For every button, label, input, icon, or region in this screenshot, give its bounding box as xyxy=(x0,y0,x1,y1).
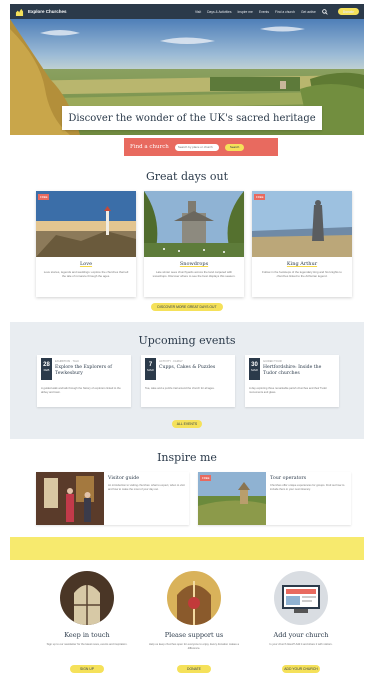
card-snowdrops-desc: Late winter sees churchyards across the … xyxy=(152,270,236,278)
tour-operators-image: FREE xyxy=(198,472,266,525)
nav-item-visit[interactable]: Visit xyxy=(195,10,201,14)
nav-links: Visit Days & Activities Inspire me Event… xyxy=(195,8,359,15)
find-church-bar: Find a church Search xyxy=(124,138,278,156)
nav-item-events[interactable]: Events xyxy=(259,10,269,14)
keep-in-touch-title: Keep in touch xyxy=(64,631,110,639)
event-date-2: 7 MAR xyxy=(145,358,156,380)
inspire-title: Inspire me xyxy=(157,451,217,464)
card-snowdrops-image xyxy=(144,191,244,257)
card-king-arthur-desc: Follow in the footsteps of the legendary… xyxy=(262,270,342,278)
event-card-2[interactable]: 7 MAR ACTIVITY · FAMILY Cupps, Cakes & P… xyxy=(141,355,235,407)
nav-item-inspire[interactable]: Inspire me xyxy=(237,10,252,14)
hero-caption: Discover the wonder of the UK's sacred h… xyxy=(62,106,322,130)
discover-great-days-button[interactable]: DISCOVER MORE GREAT DAYS OUT xyxy=(151,303,223,311)
keep-in-touch-desc: Sign up to our newsletter for the latest… xyxy=(46,643,128,646)
nav-item-active[interactable]: Get active xyxy=(301,10,316,14)
card-love-tag: FREE xyxy=(38,194,50,200)
page: Explore Churches Visit Days & Activities… xyxy=(10,0,364,677)
event-desc-2: Tea, cake and a puzzle trail around the … xyxy=(145,387,215,390)
events-title: Upcoming events xyxy=(138,334,236,347)
card-love[interactable]: FREE Love Love stories, legends and wedd… xyxy=(36,191,136,297)
hero-caption-text: Discover the wonder of the UK's sacred h… xyxy=(68,112,316,124)
event-meta-3: GUIDED TOUR xyxy=(263,360,282,363)
event-date-1: 28 FEB xyxy=(41,358,52,380)
card-king-arthur-image: FREE xyxy=(252,191,352,257)
find-church-label: Find a church xyxy=(130,144,169,150)
visitor-guide-image xyxy=(36,472,104,525)
event-date-3: 30 MAR xyxy=(249,358,260,380)
tour-operators-desc: Churches offer unique experiences for gr… xyxy=(270,484,345,491)
support-us-image xyxy=(167,571,221,625)
visitor-guide-body: Visitor guide An introduction to visitin… xyxy=(104,472,189,525)
nav-item-find[interactable]: Find a church xyxy=(275,10,295,14)
event-desc-1: A guided walk and talk through the histo… xyxy=(41,387,121,394)
find-church-input[interactable] xyxy=(174,143,219,151)
support-us-title: Please support us xyxy=(164,631,224,639)
site-name[interactable]: Explore Churches xyxy=(28,9,67,14)
add-church-button[interactable]: ADD YOUR CHURCH xyxy=(282,665,320,673)
card-love-desc: Love stories, legends and weddings: expl… xyxy=(43,270,129,278)
tour-operators-tag: FREE xyxy=(200,475,212,481)
church-logo-icon[interactable] xyxy=(15,8,24,16)
yellow-band xyxy=(10,537,364,560)
card-snowdrops[interactable]: Snowdrops Late winter sees churchyards a… xyxy=(144,191,244,297)
card-love-image: FREE xyxy=(36,191,136,257)
event-meta-2: ACTIVITY · FAMILY xyxy=(159,360,183,363)
donate-bottom-button[interactable]: DONATE xyxy=(177,665,211,673)
event-desc-3: A day exploring three remarkable parish … xyxy=(249,387,327,394)
inspire-tour-operators[interactable]: FREE Tour operators Churches offer uniqu… xyxy=(198,472,351,525)
all-events-button[interactable]: ALL EVENTS xyxy=(172,420,202,428)
event-card-1[interactable]: 28 FEB EXHIBITION · TALK Explore the Exp… xyxy=(37,355,131,407)
card-king-arthur-tag: FREE xyxy=(254,194,266,200)
add-church-title: Add your church xyxy=(273,631,329,639)
great-days-title: Great days out xyxy=(145,170,229,183)
event-meta-1: EXHIBITION · TALK xyxy=(55,360,80,363)
add-church-desc: Is your church listed? Add it and share … xyxy=(269,643,333,646)
tour-operators-title[interactable]: Tour operators xyxy=(270,476,347,481)
keep-in-touch-image xyxy=(60,571,114,625)
sign-up-button[interactable]: SIGN UP xyxy=(70,665,104,673)
search-icon[interactable] xyxy=(322,8,328,15)
inspire-visitor-guide[interactable]: Visitor guide An introduction to visitin… xyxy=(36,472,189,525)
card-king-arthur[interactable]: FREE King Arthur Follow in the footsteps… xyxy=(252,191,352,297)
add-church-image xyxy=(274,571,328,625)
find-church-button[interactable]: Search xyxy=(224,143,245,151)
event-title-1[interactable]: Explore the Explorers of Tewkesbury xyxy=(55,365,127,376)
donate-button[interactable]: Donate xyxy=(337,8,359,15)
tour-operators-body: Tour operators Churches offer unique exp… xyxy=(266,472,351,525)
top-nav: Explore Churches Visit Days & Activities… xyxy=(10,4,364,19)
nav-item-days[interactable]: Days & Activities xyxy=(207,10,231,14)
event-title-3[interactable]: Hertfordshire: Inside the Tudor churches xyxy=(263,365,335,376)
visitor-guide-title[interactable]: Visitor guide xyxy=(108,476,185,481)
event-card-3[interactable]: 30 MAR GUIDED TOUR Hertfordshire: Inside… xyxy=(245,355,339,407)
support-us-desc: Help us keep churches open for everyone … xyxy=(148,643,240,650)
visitor-guide-desc: An introduction to visiting churches: wh… xyxy=(108,484,185,491)
event-title-2[interactable]: Cupps, Cakes & Puzzles xyxy=(159,365,231,371)
